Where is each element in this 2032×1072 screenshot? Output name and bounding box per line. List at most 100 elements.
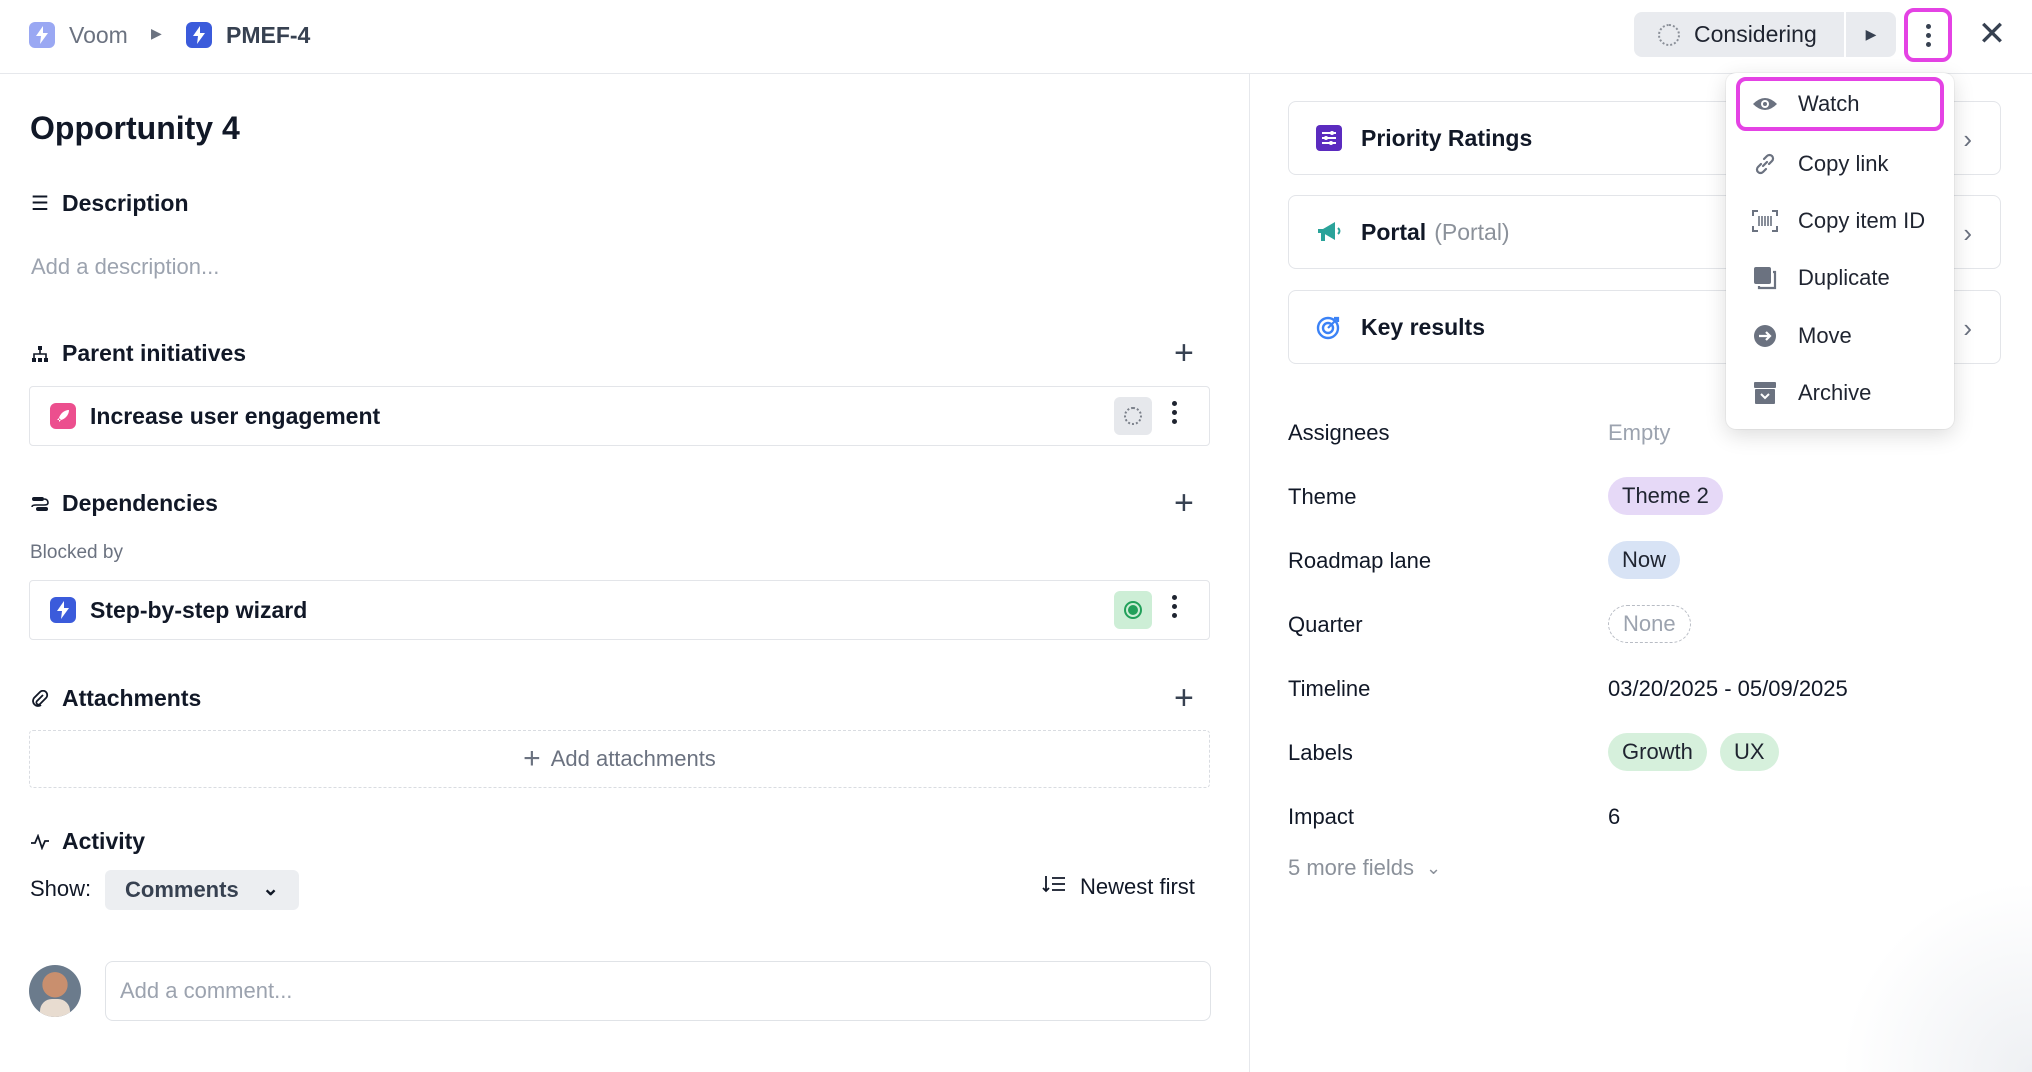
- chevron-right-icon: ›: [1963, 313, 1972, 343]
- portal-label: Portal: [1361, 218, 1427, 245]
- chevron-down-icon: ⌄: [262, 878, 279, 900]
- menu-item-label: Watch: [1798, 91, 1860, 116]
- breadcrumb-workspace-label: Voom: [69, 21, 128, 48]
- menu-item-watch[interactable]: Watch: [1736, 77, 1944, 131]
- chevron-right-icon: ▶: [151, 25, 162, 41]
- status-considering-icon: [1658, 23, 1680, 46]
- barcode-icon: [1752, 208, 1778, 234]
- timeline-label: Timeline: [1288, 676, 1371, 701]
- menu-item-archive[interactable]: Archive: [1726, 366, 1954, 420]
- add-attachments-label: Add attachments: [550, 746, 716, 771]
- quarter-label: Quarter: [1288, 612, 1363, 637]
- status-button[interactable]: Considering: [1634, 12, 1844, 57]
- status-considering-icon[interactable]: [1114, 397, 1152, 435]
- paperclip-icon: [30, 689, 50, 708]
- item-title[interactable]: Opportunity 4: [30, 110, 240, 147]
- chevron-down-icon: ⌄: [1425, 857, 1442, 878]
- add-attachments-dropzone[interactable]: + Add attachments: [29, 730, 1210, 788]
- labels-label: Labels: [1288, 740, 1353, 765]
- attachments-heading: Attachments: [30, 685, 201, 712]
- quarter-chip[interactable]: None: [1608, 605, 1691, 643]
- menu-item-copy-item-id[interactable]: Copy item ID: [1726, 194, 1954, 248]
- status-next-button[interactable]: ▶: [1846, 12, 1896, 57]
- breadcrumb-workspace[interactable]: Voom: [29, 20, 128, 50]
- assignees-label: Assignees: [1288, 420, 1390, 445]
- add-attachment-button[interactable]: +: [1174, 679, 1194, 718]
- sort-icon: [1042, 874, 1066, 900]
- panel-divider: [1249, 74, 1250, 1072]
- dependencies-icon: [30, 495, 50, 513]
- breadcrumb-item-label: PMEF-4: [226, 21, 311, 48]
- duplicate-icon: [1752, 265, 1778, 291]
- avatar: [29, 965, 81, 1017]
- theme-chip[interactable]: Theme 2: [1608, 477, 1723, 515]
- dependency-row[interactable]: Step-by-step wizard: [29, 580, 1210, 640]
- key-results-label: Key results: [1361, 313, 1486, 340]
- menu-item-copy-link[interactable]: Copy link: [1726, 137, 1954, 191]
- hierarchy-icon: [30, 345, 50, 363]
- priority-ratings-label: Priority Ratings: [1361, 124, 1533, 151]
- assignees-value[interactable]: Empty: [1608, 420, 1670, 446]
- menu-item-move[interactable]: Move: [1726, 309, 1954, 363]
- breadcrumb-item[interactable]: PMEF-4: [186, 20, 310, 50]
- more-options-menu: Watch Copy link Copy item ID Duplicate M…: [1726, 73, 1954, 429]
- menu-item-label: Copy link: [1798, 151, 1889, 176]
- menu-item-duplicate[interactable]: Duplicate: [1726, 251, 1954, 305]
- background-gradient: [1840, 880, 2032, 1072]
- bolt-icon: [50, 597, 76, 623]
- add-dependency-button[interactable]: +: [1174, 484, 1194, 523]
- bolt-icon: [29, 22, 55, 48]
- more-options-button[interactable]: [1904, 8, 1952, 62]
- activity-filter-select[interactable]: Comments ⌄: [105, 870, 299, 910]
- timeline-value[interactable]: 03/20/2025 - 05/09/2025: [1608, 676, 1848, 702]
- label-chip[interactable]: Growth: [1608, 733, 1707, 771]
- roadmap-lane-label: Roadmap lane: [1288, 548, 1432, 573]
- menu-item-label: Move: [1798, 323, 1852, 348]
- plus-icon: +: [523, 742, 541, 775]
- sort-button[interactable]: Newest first: [1042, 874, 1195, 900]
- more-fields-label: 5 more fields: [1288, 855, 1414, 880]
- theme-label: Theme: [1288, 484, 1357, 509]
- activity-icon: [30, 833, 50, 850]
- status-label: Considering: [1694, 21, 1817, 47]
- blocked-by-label: Blocked by: [30, 542, 123, 563]
- activity-label: Activity: [62, 828, 146, 854]
- arrow-right-circle-icon: [1752, 323, 1778, 349]
- status-in-progress-icon[interactable]: [1114, 591, 1152, 629]
- more-fields-toggle[interactable]: 5 more fields ⌄: [1288, 855, 1441, 881]
- add-parent-initiative-button[interactable]: +: [1174, 334, 1194, 373]
- parent-initiatives-label: Parent initiatives: [62, 340, 247, 366]
- close-button[interactable]: ✕: [1972, 14, 2012, 54]
- menu-item-label: Copy item ID: [1798, 208, 1926, 233]
- menu-item-label: Duplicate: [1798, 265, 1890, 290]
- chevron-right-icon: ›: [1963, 124, 1972, 154]
- menu-item-label: Archive: [1798, 380, 1872, 405]
- parent-initiative-title: Increase user engagement: [90, 402, 381, 429]
- impact-value[interactable]: 6: [1608, 804, 1620, 830]
- bolt-icon: [186, 22, 212, 48]
- description-input[interactable]: Add a description...: [31, 254, 219, 280]
- label-chip[interactable]: UX: [1720, 733, 1779, 771]
- target-icon: [1315, 314, 1343, 340]
- rocket-icon: [50, 403, 76, 429]
- archive-icon: [1752, 380, 1778, 406]
- caret-right-icon: ▶: [1865, 26, 1877, 42]
- roadmap-lane-chip[interactable]: Now: [1608, 541, 1681, 579]
- impact-label: Impact: [1288, 804, 1355, 829]
- chevron-right-icon: ›: [1963, 218, 1972, 248]
- kebab-icon[interactable]: [1172, 595, 1177, 618]
- dependency-title: Step-by-step wizard: [90, 596, 308, 623]
- link-icon: [1752, 151, 1778, 177]
- dependencies-label: Dependencies: [62, 490, 218, 516]
- show-label: Show:: [30, 876, 92, 901]
- close-icon: ✕: [1977, 15, 2007, 53]
- sort-label: Newest first: [1080, 874, 1195, 899]
- kebab-icon[interactable]: [1172, 401, 1177, 424]
- kebab-icon: [1925, 23, 1931, 47]
- parent-initiative-row[interactable]: Increase user engagement: [29, 386, 1210, 446]
- activity-filter-value: Comments: [125, 877, 239, 902]
- description-heading: ☰ Description: [30, 190, 189, 217]
- comment-input[interactable]: [105, 961, 1211, 1021]
- portal-sub-label: (Portal): [1434, 218, 1510, 245]
- description-heading-label: Description: [62, 190, 189, 216]
